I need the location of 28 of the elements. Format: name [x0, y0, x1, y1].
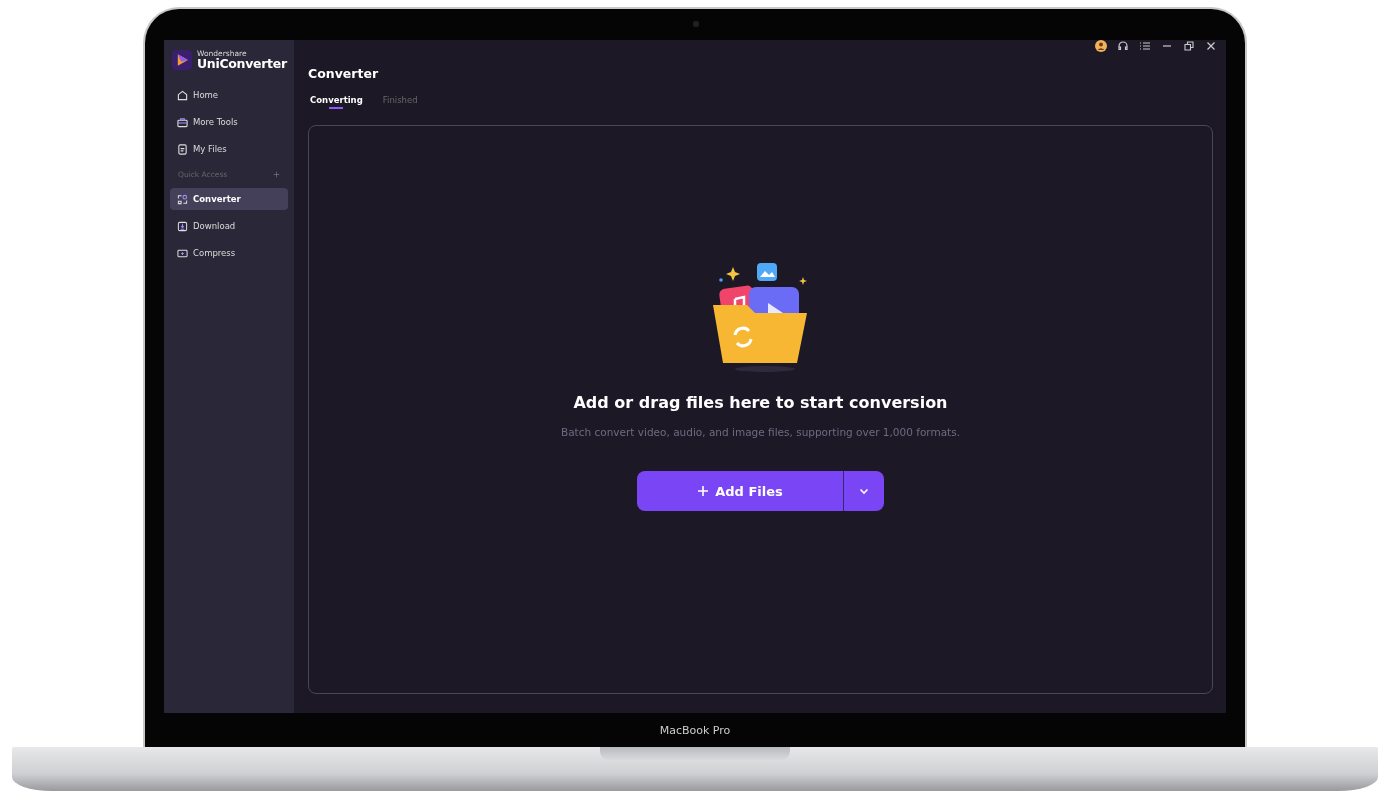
headset-icon[interactable] — [1117, 40, 1129, 52]
plus-icon — [697, 485, 710, 497]
logo-icon — [172, 50, 192, 70]
sidebar-item[interactable]: Compress — [170, 242, 288, 264]
compress-icon — [177, 247, 188, 259]
drop-heading: Add or drag files here to start conversion — [573, 393, 948, 412]
download-icon — [177, 220, 188, 232]
camera-icon — [693, 21, 699, 27]
sidebar-item[interactable]: My Files — [170, 138, 288, 160]
convert-icon — [177, 193, 188, 205]
sidebar-item[interactable]: Download — [170, 215, 288, 237]
device-label: MacBook Pro — [658, 722, 732, 739]
add-files-button[interactable]: Add Files — [637, 471, 843, 511]
close-icon[interactable] — [1205, 40, 1217, 52]
home-icon — [177, 89, 188, 101]
restore-icon[interactable] — [1183, 40, 1195, 52]
sidebar-item[interactable]: Converter — [170, 188, 288, 210]
menu-icon[interactable] — [1139, 40, 1151, 52]
drop-description: Batch convert video, audio, and image files, supporting over 1,000 formats. — [560, 426, 961, 438]
document-icon — [177, 143, 188, 155]
avatar-icon[interactable] — [1095, 40, 1107, 52]
toolbox-icon — [177, 116, 188, 128]
drop-zone[interactable]: Add or drag files here to start conversion Batch convert video, audio, and image files, supporting over 1,000 formats. Add Files — [308, 125, 1213, 694]
tab[interactable]: Converting — [310, 95, 363, 109]
sidebar-item[interactable]: Home — [170, 84, 288, 106]
brand-name: UniConverter — [197, 57, 287, 70]
sidebar-item[interactable]: More Tools — [170, 111, 288, 133]
page-title: Converter — [308, 66, 380, 81]
